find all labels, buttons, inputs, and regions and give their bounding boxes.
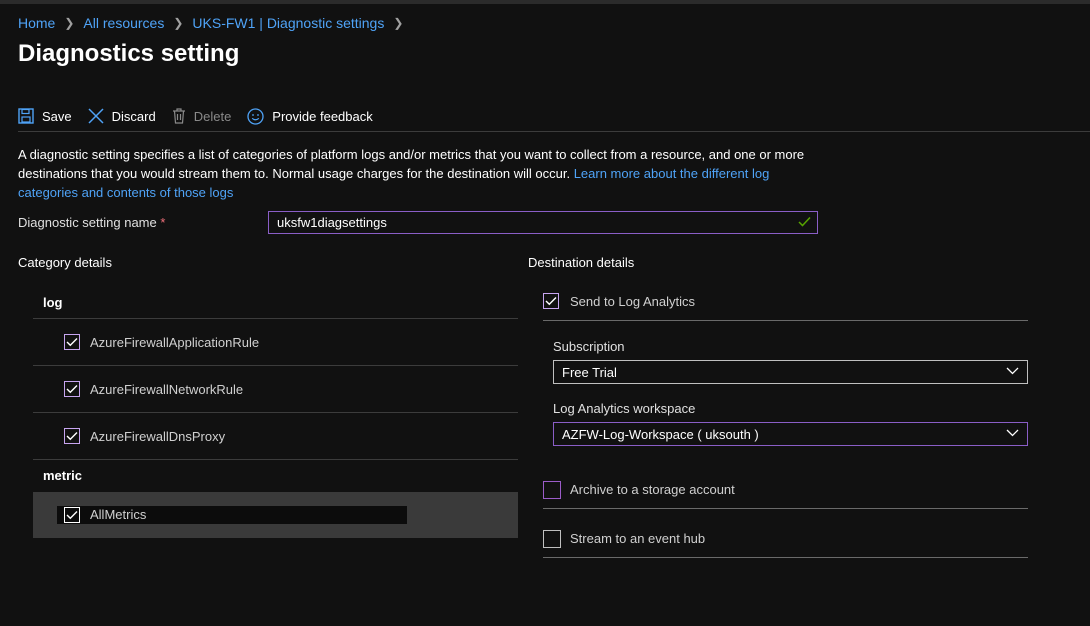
- log-row-application-rule[interactable]: AzureFirewallApplicationRule: [33, 319, 518, 365]
- page-title: Diagnostics setting: [18, 40, 240, 67]
- feedback-label: Provide feedback: [272, 108, 373, 124]
- top-bar: [0, 0, 1090, 4]
- setting-name-label: Diagnostic setting name *: [18, 215, 165, 230]
- storage-account-checkbox[interactable]: [543, 481, 561, 499]
- metric-row-all-metrics[interactable]: AllMetrics: [33, 492, 518, 538]
- check-icon: [66, 338, 78, 347]
- smiley-icon: [247, 107, 264, 125]
- check-icon: [66, 432, 78, 441]
- delete-label: Delete: [193, 108, 232, 124]
- chevron-down-icon: [1006, 367, 1019, 375]
- breadcrumb-home[interactable]: Home: [18, 15, 55, 31]
- checkbox[interactable]: [64, 428, 80, 444]
- checkbox[interactable]: [64, 381, 80, 397]
- divider: [543, 557, 1028, 558]
- divider: [33, 459, 518, 460]
- checkmark-icon: [798, 216, 811, 227]
- close-icon: [88, 108, 104, 124]
- subscription-value: Free Trial: [562, 365, 617, 380]
- subscription-label: Subscription: [553, 339, 625, 354]
- breadcrumb: Home ❯ All resources ❯ UKS-FW1 | Diagnos…: [18, 14, 412, 32]
- log-analytics-label: Send to Log Analytics: [570, 294, 696, 309]
- description: A diagnostic setting specifies a list of…: [18, 145, 818, 202]
- storage-account-label: Archive to a storage account: [570, 482, 735, 497]
- log-analytics-checkbox[interactable]: [543, 293, 559, 309]
- event-hub-label: Stream to an event hub: [570, 531, 706, 546]
- workspace-dropdown[interactable]: AZFW-Log-Workspace ( uksouth ): [553, 422, 1028, 446]
- workspace-label: Log Analytics workspace: [553, 401, 696, 416]
- trash-icon: [172, 108, 185, 124]
- log-row-network-rule[interactable]: AzureFirewallNetworkRule: [33, 366, 518, 412]
- setting-name-input[interactable]: [277, 212, 777, 233]
- metric-heading: metric: [43, 468, 83, 483]
- toolbar-divider: [18, 131, 1090, 132]
- workspace-value: AZFW-Log-Workspace ( uksouth ): [562, 427, 759, 442]
- save-icon: [18, 108, 34, 124]
- save-button[interactable]: Save: [18, 108, 72, 124]
- save-label: Save: [42, 108, 72, 124]
- chevron-right-icon: ❯: [173, 16, 184, 30]
- divider: [543, 320, 1028, 321]
- setting-name-field: [268, 211, 818, 234]
- log-label: AzureFirewallNetworkRule: [90, 382, 244, 397]
- feedback-button[interactable]: Provide feedback: [247, 107, 373, 125]
- category-details-heading: Category details: [18, 255, 112, 270]
- destination-details-heading: Destination details: [528, 255, 635, 270]
- breadcrumb-all-resources[interactable]: All resources: [83, 15, 164, 31]
- breadcrumb-diagnostic-settings[interactable]: UKS-FW1 | Diagnostic settings: [192, 15, 384, 31]
- divider: [543, 508, 1028, 509]
- command-bar: Save Discard Delete Provide feedback: [18, 104, 389, 128]
- log-row-dns-proxy[interactable]: AzureFirewallDnsProxy: [33, 413, 518, 459]
- log-label: AzureFirewallApplicationRule: [90, 335, 260, 350]
- delete-button[interactable]: Delete: [172, 108, 232, 124]
- subscription-dropdown[interactable]: Free Trial: [553, 360, 1028, 384]
- event-hub-checkbox[interactable]: [543, 530, 561, 548]
- metric-label: AllMetrics: [90, 507, 147, 522]
- log-heading: log: [43, 295, 63, 310]
- log-label: AzureFirewallDnsProxy: [90, 429, 226, 444]
- discard-button[interactable]: Discard: [88, 108, 156, 124]
- checkbox[interactable]: [64, 334, 80, 350]
- required-mark: *: [160, 215, 166, 230]
- chevron-down-icon: [1006, 429, 1019, 437]
- check-icon: [545, 297, 557, 306]
- chevron-right-icon: ❯: [64, 16, 75, 30]
- chevron-right-icon: ❯: [393, 16, 404, 30]
- check-icon: [66, 511, 78, 520]
- check-icon: [66, 385, 78, 394]
- checkbox[interactable]: [64, 507, 80, 523]
- setting-name-label-text: Diagnostic setting name: [18, 215, 157, 230]
- discard-label: Discard: [111, 108, 156, 124]
